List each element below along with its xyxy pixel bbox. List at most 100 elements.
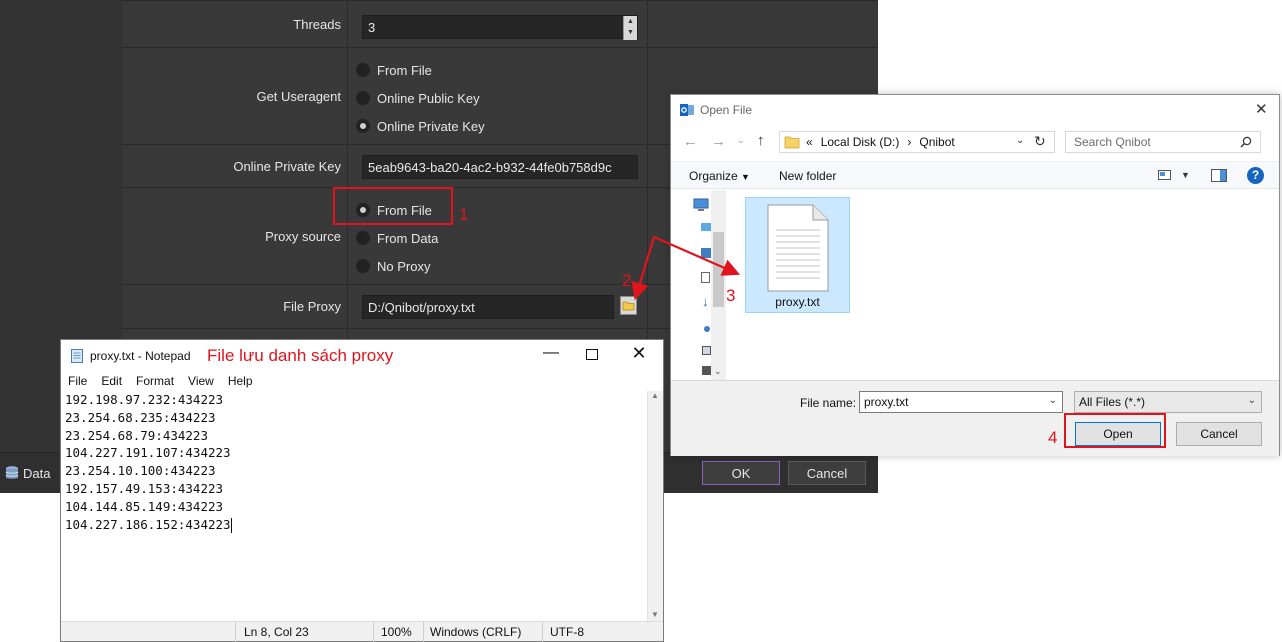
nav-document-icon[interactable] xyxy=(701,272,710,283)
nav-scroll-thumb[interactable] xyxy=(713,232,724,307)
radio-label: No Proxy xyxy=(377,258,431,274)
menu-format[interactable]: Format xyxy=(129,371,181,391)
nav-scrollbar[interactable]: ⌄ xyxy=(711,190,726,380)
ok-button[interactable]: OK xyxy=(702,461,780,485)
view-dropdown-icon[interactable]: ▼ xyxy=(1181,170,1190,180)
threads-input[interactable]: 3 ▲ ▼ xyxy=(362,15,638,40)
notepad-text-area[interactable]: 192.198.97.232:434223 23.254.68.235:43422… xyxy=(65,391,649,621)
view-options-icon[interactable] xyxy=(1158,170,1174,182)
file-list: proxy.txt xyxy=(727,190,1279,380)
threads-label: Threads xyxy=(122,1,348,47)
notepad-status-bar: Ln 8, Col 23 100% Windows (CRLF) UTF-8 xyxy=(61,621,663,642)
scroll-up-icon[interactable]: ▲ xyxy=(651,391,659,400)
notepad-scrollbar[interactable]: ▲ ▼ xyxy=(647,391,663,621)
recent-locations-icon[interactable]: ⌄ xyxy=(737,135,745,146)
useragent-option-from-file[interactable]: From File xyxy=(356,62,432,78)
file-item-label: proxy.txt xyxy=(775,295,820,309)
radio-selected-icon xyxy=(356,119,370,133)
highlight-from-file xyxy=(333,187,453,225)
organize-dropdown-icon: ▼ xyxy=(741,172,750,182)
scroll-down-icon[interactable]: ▼ xyxy=(651,610,659,619)
radio-icon xyxy=(356,259,370,273)
dialog-cancel-button[interactable]: Cancel xyxy=(1176,422,1262,446)
folder-icon xyxy=(784,136,800,149)
proxy-option-from-data[interactable]: From Data xyxy=(356,230,438,246)
file-proxy-label: File Proxy xyxy=(122,285,348,328)
browse-file-button[interactable] xyxy=(620,296,637,315)
address-folder[interactable]: Qnibot xyxy=(919,135,954,149)
file-name-value: proxy.txt xyxy=(864,395,909,409)
useragent-option-public-key[interactable]: Online Public Key xyxy=(356,90,480,106)
minimize-icon[interactable]: — xyxy=(541,344,561,362)
new-folder-button[interactable]: New folder xyxy=(779,169,836,183)
database-icon xyxy=(5,466,19,479)
text-line: 23.254.68.79:434223 xyxy=(65,427,208,443)
useragent-option-private-key[interactable]: Online Private Key xyxy=(356,118,485,134)
search-input[interactable]: Search Qnibot xyxy=(1065,131,1261,153)
notepad-title: proxy.txt - Notepad xyxy=(90,349,191,363)
search-placeholder: Search Qnibot xyxy=(1074,135,1151,149)
notepad-menu-bar: File Edit Format View Help xyxy=(61,371,663,391)
radio-icon xyxy=(356,231,370,245)
data-tab[interactable]: Data xyxy=(4,460,50,486)
text-line: 23.254.10.100:434223 xyxy=(65,463,216,479)
organize-button[interactable]: Organize ▼ xyxy=(689,169,750,183)
file-proxy-input[interactable]: D:/Qnibot/proxy.txt xyxy=(362,295,614,319)
highlight-open-button xyxy=(1064,413,1166,448)
computer-icon[interactable] xyxy=(693,198,709,212)
address-dropdown-icon[interactable]: ⌄ xyxy=(1016,135,1024,146)
settings-cancel-button[interactable]: Cancel xyxy=(788,461,866,485)
file-type-value: All Files (*.*) xyxy=(1079,395,1146,409)
up-arrow-icon[interactable]: ↑ xyxy=(757,132,765,149)
file-type-dropdown-icon: ⌄ xyxy=(1247,395,1256,406)
organize-label: Organize xyxy=(689,169,738,183)
menu-edit[interactable]: Edit xyxy=(94,371,129,391)
step-3-label: 3 xyxy=(726,286,736,305)
radio-icon xyxy=(356,91,370,105)
private-key-input[interactable]: 5eab9643-ba20-4ac2-b932-44fe0b758d9c xyxy=(362,155,638,179)
radio-label: From Data xyxy=(377,230,439,246)
nav-download-icon[interactable]: ↓ xyxy=(702,294,709,309)
preview-pane-icon[interactable] xyxy=(1211,169,1227,182)
dialog-close-icon[interactable]: ✕ xyxy=(1255,100,1268,118)
open-file-title-bar: Open File ✕ xyxy=(671,95,1279,125)
file-name-input[interactable]: proxy.txt ⌄ xyxy=(859,391,1063,413)
menu-view[interactable]: View xyxy=(181,371,221,391)
notepad-caption: File lưu danh sách proxy xyxy=(207,346,394,365)
menu-help[interactable]: Help xyxy=(221,371,260,391)
close-icon[interactable]: ✕ xyxy=(629,343,649,364)
step-4-label: 4 xyxy=(1048,428,1058,447)
step-1-label: 1 xyxy=(459,205,469,224)
address-bar[interactable]: « Local Disk (D:) › Qnibot ⌄ ↻ xyxy=(779,131,1055,153)
file-proxy-cell: D:/Qnibot/proxy.txt xyxy=(348,285,648,328)
threads-stepper[interactable]: ▲ ▼ xyxy=(623,16,637,40)
useragent-label: Get Useragent xyxy=(122,48,348,144)
nav-music-icon[interactable] xyxy=(704,326,710,332)
threads-value: 3 xyxy=(368,20,376,35)
nav-picture-icon[interactable] xyxy=(702,346,711,355)
nav-drive-icon[interactable] xyxy=(701,248,711,258)
file-name-dropdown-icon[interactable]: ⌄ xyxy=(1049,395,1057,406)
dialog-toolbar: Organize ▼ New folder ▼ ? xyxy=(671,161,1279,189)
open-file-dialog: Open File ✕ ← → ⌄ ↑ « Local Disk (D:) › … xyxy=(670,94,1280,456)
nav-scroll-down-icon[interactable]: ⌄ xyxy=(714,366,722,377)
private-key-label: Online Private Key xyxy=(122,145,348,187)
nav-cloud-icon[interactable] xyxy=(701,223,711,231)
step-2-label: 2 xyxy=(622,271,632,290)
file-type-select[interactable]: All Files (*.*) ⌄ xyxy=(1074,391,1262,413)
status-divider xyxy=(423,622,424,642)
notepad-icon xyxy=(71,349,83,363)
forward-arrow-icon[interactable]: → xyxy=(711,133,726,150)
menu-file[interactable]: File xyxy=(61,371,94,391)
refresh-icon[interactable]: ↻ xyxy=(1034,133,1046,150)
maximize-icon[interactable] xyxy=(586,349,598,360)
address-drive[interactable]: Local Disk (D:) xyxy=(821,135,900,149)
text-caret xyxy=(230,517,232,533)
file-item-proxy[interactable]: proxy.txt xyxy=(745,197,850,313)
back-arrow-icon[interactable]: ← xyxy=(683,133,698,150)
text-line: 104.227.186.152:434223 xyxy=(65,516,232,533)
status-divider xyxy=(542,622,543,642)
nav-video-icon[interactable] xyxy=(702,366,711,375)
help-icon[interactable]: ? xyxy=(1247,167,1264,184)
proxy-option-no-proxy[interactable]: No Proxy xyxy=(356,258,430,274)
